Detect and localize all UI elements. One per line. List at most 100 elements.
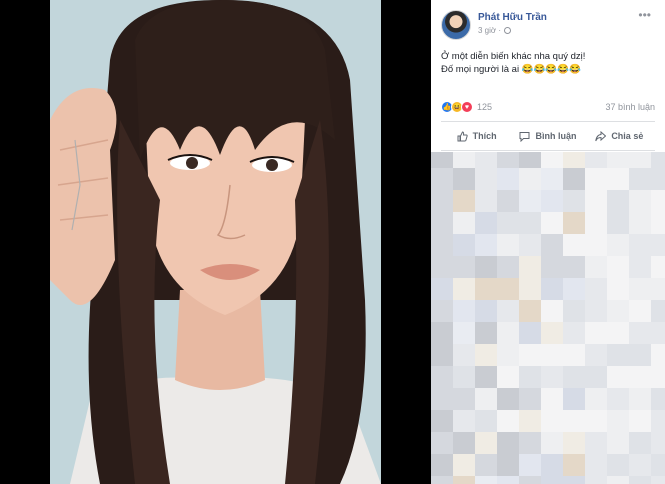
- pixel-cell: [541, 388, 563, 410]
- pixel-cell: [475, 234, 497, 256]
- pixel-cell: [519, 256, 541, 278]
- like-label: Thích: [472, 131, 497, 141]
- pixel-cell: [585, 300, 607, 322]
- pixel-cell: [585, 234, 607, 256]
- pixel-cell: [585, 152, 607, 168]
- globe-icon: [504, 27, 512, 34]
- pixel-cell: [497, 322, 519, 344]
- pixel-cell: [629, 454, 651, 476]
- pixel-cell: [431, 168, 453, 190]
- pixel-cell: [651, 476, 665, 484]
- pixel-cell: [453, 278, 475, 300]
- post-actions-bar: Thích Bình luận Chia sẻ: [441, 121, 655, 151]
- like-button[interactable]: Thích: [441, 122, 512, 150]
- thumbs-up-icon: [457, 130, 468, 142]
- pixel-cell: [607, 476, 629, 484]
- pixel-cell: [585, 256, 607, 278]
- pixel-cell: [453, 190, 475, 212]
- pixel-cell: [519, 410, 541, 432]
- post-side-panel: Phát Hữu Trần 3 giờ · ••• Ở một diễn biế…: [431, 0, 665, 484]
- speech-bubble-icon: [519, 131, 530, 142]
- pixelated-comments: [431, 152, 665, 484]
- post-time[interactable]: 3 giờ ·: [478, 26, 501, 35]
- pixel-cell: [453, 168, 475, 190]
- pixel-cell: [563, 152, 585, 168]
- pixel-cell: [585, 366, 607, 388]
- pixel-cell: [629, 168, 651, 190]
- avatar[interactable]: [441, 10, 471, 40]
- pixel-cell: [541, 256, 563, 278]
- pixel-cell: [607, 410, 629, 432]
- pixel-cell: [431, 454, 453, 476]
- pixel-cell: [563, 190, 585, 212]
- pixel-cell: [453, 476, 475, 484]
- pixel-cell: [497, 278, 519, 300]
- pixel-cell: [475, 366, 497, 388]
- more-options-icon[interactable]: •••: [638, 8, 651, 22]
- pixel-cell: [431, 322, 453, 344]
- pixel-cell: [519, 432, 541, 454]
- love-reaction-icon: ♥: [461, 101, 473, 113]
- pixel-cell: [475, 278, 497, 300]
- pixel-cell: [519, 454, 541, 476]
- post-line: Ở một diễn biến khác nha quý dzị!: [441, 51, 586, 62]
- pixel-cell: [607, 454, 629, 476]
- pixel-cell: [497, 366, 519, 388]
- pixel-cell: [475, 212, 497, 234]
- pixel-cell: [475, 388, 497, 410]
- pixel-cell: [651, 212, 665, 234]
- share-button[interactable]: Chia sẻ: [584, 122, 655, 150]
- pixel-cell: [453, 322, 475, 344]
- pixel-cell: [607, 278, 629, 300]
- pixel-cell: [431, 300, 453, 322]
- pixel-cell: [607, 432, 629, 454]
- pixel-cell: [563, 278, 585, 300]
- post-text: Ở một diễn biến khác nha quý dzị! Đố mọi…: [441, 50, 656, 76]
- comment-count[interactable]: 37 bình luận: [605, 102, 655, 112]
- pixel-cell: [519, 234, 541, 256]
- pixel-cell: [585, 344, 607, 366]
- pixel-cell: [497, 454, 519, 476]
- pixel-cell: [607, 256, 629, 278]
- pixel-cell: [629, 432, 651, 454]
- pixel-cell: [607, 190, 629, 212]
- pixel-cell: [519, 212, 541, 234]
- pixel-cell: [541, 432, 563, 454]
- pixel-cell: [541, 168, 563, 190]
- pixel-cell: [519, 322, 541, 344]
- pixel-cell: [563, 388, 585, 410]
- pixel-cell: [541, 366, 563, 388]
- comment-label: Bình luận: [535, 131, 577, 141]
- pixel-cell: [431, 410, 453, 432]
- author-name[interactable]: Phát Hữu Trần: [478, 12, 547, 23]
- pixel-cell: [475, 432, 497, 454]
- pixel-cell: [651, 432, 665, 454]
- pixel-cell: [431, 366, 453, 388]
- comment-button[interactable]: Bình luận: [512, 122, 583, 150]
- pixel-cell: [497, 152, 519, 168]
- pixel-cell: [475, 410, 497, 432]
- pixel-cell: [497, 168, 519, 190]
- pixel-cell: [497, 256, 519, 278]
- pixel-cell: [563, 300, 585, 322]
- pixel-cell: [607, 388, 629, 410]
- pixel-cell: [453, 256, 475, 278]
- pixel-cell: [497, 388, 519, 410]
- pixel-cell: [563, 476, 585, 484]
- pixel-cell: [519, 168, 541, 190]
- reactions-summary[interactable]: 👍 😆 ♥ 125: [441, 101, 492, 113]
- pixel-cell: [431, 234, 453, 256]
- pixel-cell: [651, 344, 665, 366]
- pixel-cell: [629, 190, 651, 212]
- pixel-cell: [607, 300, 629, 322]
- post-photo[interactable]: [50, 0, 381, 484]
- share-label: Chia sẻ: [611, 131, 644, 141]
- pixel-cell: [453, 152, 475, 168]
- post-line: Đố mọi người là ai 😂😂😂😂😂: [441, 64, 581, 75]
- pixel-cell: [453, 410, 475, 432]
- pixel-cell: [453, 366, 475, 388]
- pixel-cell: [497, 476, 519, 484]
- pixel-cell: [607, 212, 629, 234]
- pixel-cell: [519, 388, 541, 410]
- pixel-cell: [541, 454, 563, 476]
